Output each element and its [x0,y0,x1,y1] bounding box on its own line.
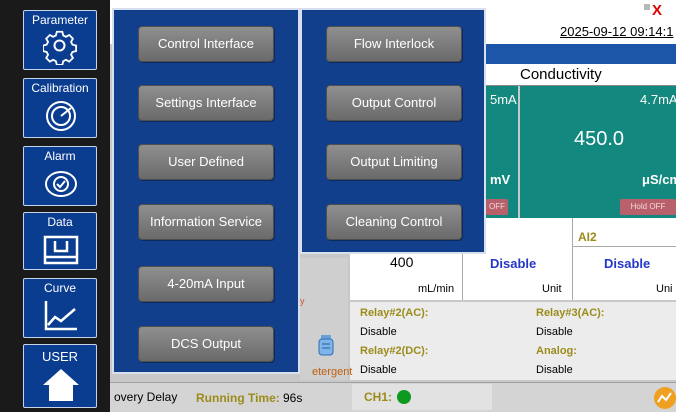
relay3-ac-value: Disable [536,326,573,338]
home-icon [43,369,79,401]
close-icon[interactable]: X [652,2,662,19]
sidebar: Parameter Calibration Alarm Data Curve U… [0,0,110,412]
relay2-ac-label: Relay#2(AC): [360,307,429,319]
conductivity-unit: μS/cm [642,172,676,187]
unit-label-2: Uni [656,283,673,295]
ma-reading-right: 4.7mA [640,92,676,107]
analog-label: Analog: [536,345,577,357]
flow-interlock-button[interactable]: Flow Interlock [326,26,462,62]
dcs-output-button[interactable]: DCS Output [138,326,274,362]
sidebar-item-label: Parameter [31,13,89,27]
conductivity-value: 450.0 [574,128,625,150]
trend-chart-icon[interactable] [654,387,676,409]
running-time-label: Running Time: [196,391,280,405]
recovery-delay-label: overy Delay [114,390,178,404]
sidebar-item-calibration[interactable]: Calibration [23,78,97,138]
relay2-dc-label: Relay#2(DC): [360,345,429,357]
relay2-dc-value: Disable [360,364,397,376]
divider [572,218,573,300]
cleaning-panel [300,258,348,380]
flow-value: 400 [390,254,414,270]
hold-off-badge[interactable]: Hold OFF [620,199,676,215]
output-control-button[interactable]: Output Control [326,85,462,121]
control-interface-button[interactable]: Control Interface [138,26,274,62]
running-time-value: 96s [283,391,303,405]
sidebar-item-label: Calibration [31,81,89,95]
off-badge[interactable]: OFF [486,199,508,215]
cleaning-mark: y [300,296,305,306]
header-band [486,44,676,64]
chart-line-icon [44,301,77,331]
settings-interface-button[interactable]: Settings Interface [138,85,274,121]
sidebar-item-label: Curve [43,281,76,295]
relay3-ac-label: Relay#3(AC): [536,307,605,319]
flow-unit: mL/min [418,283,455,295]
analog-value: Disable [536,364,573,376]
sidebar-item-user[interactable]: USER [23,344,97,408]
sidebar-item-alarm[interactable]: Alarm [23,146,97,206]
datetime-display: 2025-09-12 09:14:1 [560,24,674,39]
information-service-button[interactable]: Information Service [138,204,274,240]
gear-icon [43,30,78,65]
detergent-bottle-icon[interactable] [316,334,336,356]
sidebar-item-parameter[interactable]: Parameter [23,10,97,70]
ai2-label: AI2 [578,230,597,244]
4-20ma-input-button[interactable]: 4-20mA Input [138,266,274,302]
output-limiting-button[interactable]: Output Limiting [326,144,462,180]
sidebar-item-label: USER [41,349,79,364]
input-status-2: Disable [604,256,651,271]
divider [572,246,676,247]
gauge-icon [46,101,76,131]
cleaning-control-button[interactable]: Cleaning Control [326,204,462,240]
sidebar-item-data[interactable]: Data [23,212,97,270]
detergent-label: etergent [312,366,353,378]
alarm-icon [45,171,77,197]
sidebar-item-label: Alarm [44,149,76,163]
sidebar-item-curve[interactable]: Curve [23,278,97,338]
user-defined-button[interactable]: User Defined [138,144,274,180]
sidebar-item-label: Data [47,215,73,229]
ma-reading-left: 5mA [490,92,517,107]
minimize-icon[interactable] [644,4,650,10]
conductivity-title: Conductivity [520,66,602,83]
ch1-status-indicator [397,390,411,404]
input-status-1: Disable [490,256,537,271]
mv-unit-label: mV [490,172,511,187]
parameter-submenu-left: Control Interface Settings Interface Use… [112,8,300,374]
unit-label-1: Unit [542,283,562,295]
parameter-submenu-right: Flow Interlock Output Control Output Lim… [300,8,486,254]
ch1-label: CH1: [364,390,393,404]
relay2-ac-value: Disable [360,326,397,338]
download-icon [43,235,79,265]
